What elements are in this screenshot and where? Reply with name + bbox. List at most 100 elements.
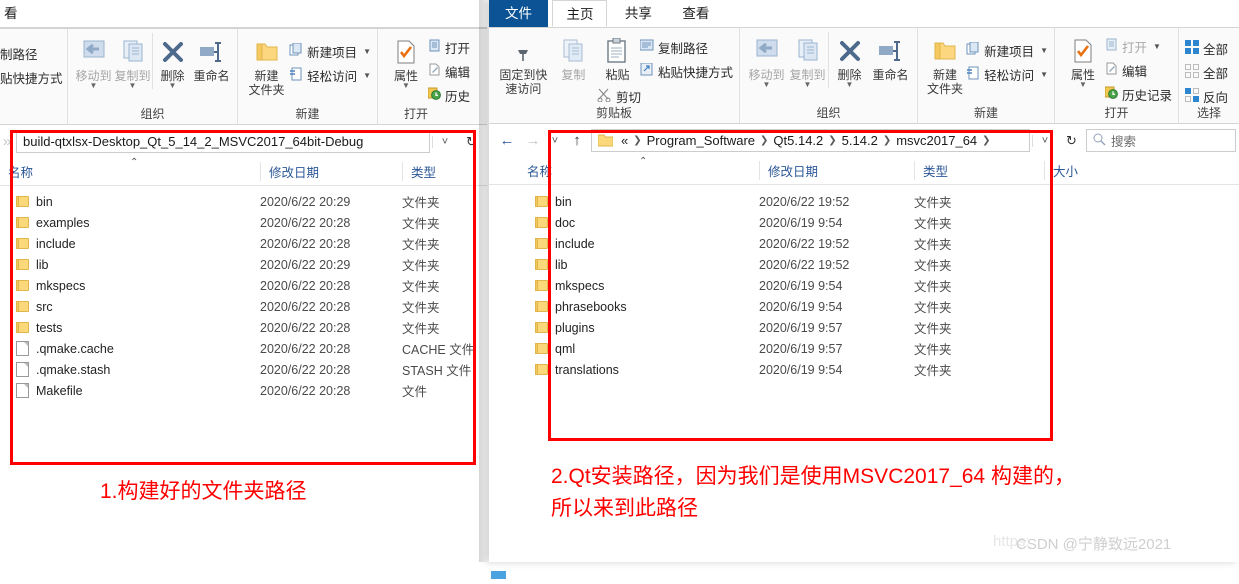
new-item-caret-icon[interactable]: ▼ <box>1040 46 1048 55</box>
delete-x-icon <box>836 34 864 68</box>
left-group-open-title: 打开 <box>403 107 428 121</box>
easy-access-caret-icon[interactable]: ▼ <box>1040 70 1048 79</box>
folder-icon <box>535 343 548 354</box>
tab-share[interactable]: 共享 <box>612 0 665 27</box>
new-folder-button[interactable]: 新建 文件夹 <box>244 33 289 97</box>
open-caret-icon[interactable]: ▼ <box>1153 42 1161 51</box>
right-refresh-icon[interactable]: ↻ <box>1059 133 1084 149</box>
copy-button[interactable]: 复制 <box>552 32 595 82</box>
delete-button[interactable]: 删除 ▼ <box>828 32 870 89</box>
copy-label: 复制 <box>561 68 586 82</box>
left-group-organize-title: 组织 <box>140 107 165 121</box>
move-to-icon <box>79 35 109 69</box>
tab-home[interactable]: 主页 <box>552 0 608 27</box>
paste-shortcut-button[interactable]: 贴快捷方式 <box>0 65 63 89</box>
right-window-shadow <box>479 0 489 562</box>
pin-label: 固定到快 速访问 <box>499 68 548 96</box>
new-item-icon <box>289 42 303 60</box>
history-button[interactable]: 历史记录 <box>1104 82 1173 106</box>
rename-button[interactable]: 重命名 <box>870 32 911 82</box>
invert-selection-icon <box>1185 87 1200 105</box>
highlight-rect-qt-install-path <box>548 130 1053 441</box>
move-to-button[interactable]: 移动到 ▼ <box>746 32 787 89</box>
copy-path-button[interactable]: 复制路径 <box>639 35 733 59</box>
properties-button[interactable]: 属性 ▼ <box>1061 32 1105 89</box>
edit-button[interactable]: 编辑 <box>1105 58 1172 82</box>
properties-button[interactable]: 属性 ▼ <box>384 33 428 90</box>
copy-path-label: 复制路径 <box>657 41 708 56</box>
easy-access-button[interactable]: 轻松访问 ▼ <box>966 62 1048 86</box>
rename-button[interactable]: 重命名 <box>192 33 231 83</box>
right-group-select-title: 选择 <box>1197 106 1222 120</box>
new-item-label: 新建项目 <box>307 45 358 60</box>
pin-to-quick-access-button[interactable]: 固定到快 速访问 <box>495 32 552 96</box>
copy-to-caret-icon[interactable]: ▼ <box>129 82 137 90</box>
open-button[interactable]: 打开 ▼ <box>1105 34 1172 58</box>
callout-1-text: 1.构建好的文件夹路径 <box>100 480 307 503</box>
easy-access-caret-icon[interactable]: ▼ <box>363 71 371 80</box>
tab-view[interactable]: 查看 <box>669 0 722 27</box>
right-group-select: 全部 全部 反向 选择 <box>1179 28 1239 123</box>
copy-to-button[interactable]: 复制到 ▼ <box>787 32 828 89</box>
nav-desktop-icon[interactable] <box>487 560 520 584</box>
delete-caret-icon[interactable]: ▼ <box>169 82 177 90</box>
new-folder-button[interactable]: 新建 文件夹 <box>924 32 966 96</box>
paste-shortcut-label: 贴快捷方式 <box>0 71 63 86</box>
move-to-caret-icon[interactable]: ▼ <box>763 81 771 89</box>
tab-file[interactable]: 文件 <box>489 0 548 27</box>
new-folder-icon <box>932 34 958 68</box>
folder-icon <box>535 280 548 291</box>
new-folder-icon <box>254 35 280 69</box>
copy-path-button[interactable]: 制路径 <box>0 41 61 65</box>
search-placeholder: 搜索 <box>1111 135 1137 149</box>
right-group-open-title: 打开 <box>1104 106 1129 120</box>
folder-icon <box>535 322 548 333</box>
history-icon <box>427 87 441 103</box>
select-all-button[interactable]: 全部 <box>1185 36 1233 60</box>
search-input[interactable]: 搜索 <box>1086 129 1236 152</box>
new-item-button[interactable]: 新建项目 ▼ <box>289 39 371 63</box>
open-icon <box>1105 38 1118 54</box>
highlight-rect-build-folder <box>10 130 476 465</box>
move-to-caret-icon[interactable]: ▼ <box>90 82 98 90</box>
easy-access-label: 轻松访问 <box>307 69 358 84</box>
easy-access-button[interactable]: 轻松访问 ▼ <box>289 63 371 87</box>
move-to-button[interactable]: 移动到 ▼ <box>74 33 113 90</box>
history-button[interactable]: 历史 <box>427 83 470 107</box>
delete-caret-icon[interactable]: ▼ <box>846 81 854 89</box>
back-arrow-icon[interactable]: ← <box>495 129 519 153</box>
select-none-icon <box>1185 63 1200 81</box>
invert-selection-label: 反向 <box>1203 90 1229 105</box>
properties-caret-icon[interactable]: ▼ <box>402 82 410 90</box>
copy-to-caret-icon[interactable]: ▼ <box>804 81 812 89</box>
callout-2-line2-text: 所以来到此路径 <box>551 497 698 520</box>
folder-icon <box>535 196 548 207</box>
cut-label: 剪切 <box>616 90 642 105</box>
search-icon <box>1093 133 1106 149</box>
tab-view-partial[interactable]: 看 <box>0 0 22 27</box>
paste-shortcut-button[interactable]: 粘贴快捷方式 <box>640 59 733 83</box>
left-ribbon-tabbar: 看 <box>0 0 487 28</box>
rename-icon <box>197 35 227 69</box>
new-item-icon <box>966 41 980 59</box>
new-item-button[interactable]: 新建项目 ▼ <box>966 38 1048 62</box>
right-group-open: 属性 ▼ 打开 ▼ 编辑 历史记录 打开 <box>1055 28 1180 123</box>
right-col-size[interactable]: 大小 <box>1044 161 1134 180</box>
edit-button[interactable]: 编辑 <box>428 59 470 83</box>
copy-to-button[interactable]: 复制到 ▼ <box>113 33 152 90</box>
paste-shortcut-icon <box>640 62 654 79</box>
right-group-organize-title: 组织 <box>816 106 841 120</box>
open-button[interactable]: 打开 <box>428 35 470 59</box>
properties-caret-icon[interactable]: ▼ <box>1079 81 1087 89</box>
forward-arrow-icon[interactable]: → <box>521 129 545 153</box>
select-none-button[interactable]: 全部 <box>1185 60 1233 84</box>
history-label: 历史记录 <box>1122 88 1173 103</box>
right-ribbon: 固定到快 速访问 复制 粘贴 复制路径 粘贴快捷方式 剪切 剪贴板 移动到 ▼ … <box>489 27 1239 124</box>
folder-icon <box>535 364 548 375</box>
new-item-caret-icon[interactable]: ▼ <box>363 47 371 56</box>
paste-button[interactable]: 粘贴 <box>595 32 640 82</box>
rename-icon <box>876 34 906 68</box>
right-group-new: 新建 文件夹 新建项目 ▼ 轻松访问 ▼ 新建 <box>918 28 1055 123</box>
open-icon <box>428 39 441 55</box>
delete-button[interactable]: 删除 ▼ <box>152 33 192 90</box>
